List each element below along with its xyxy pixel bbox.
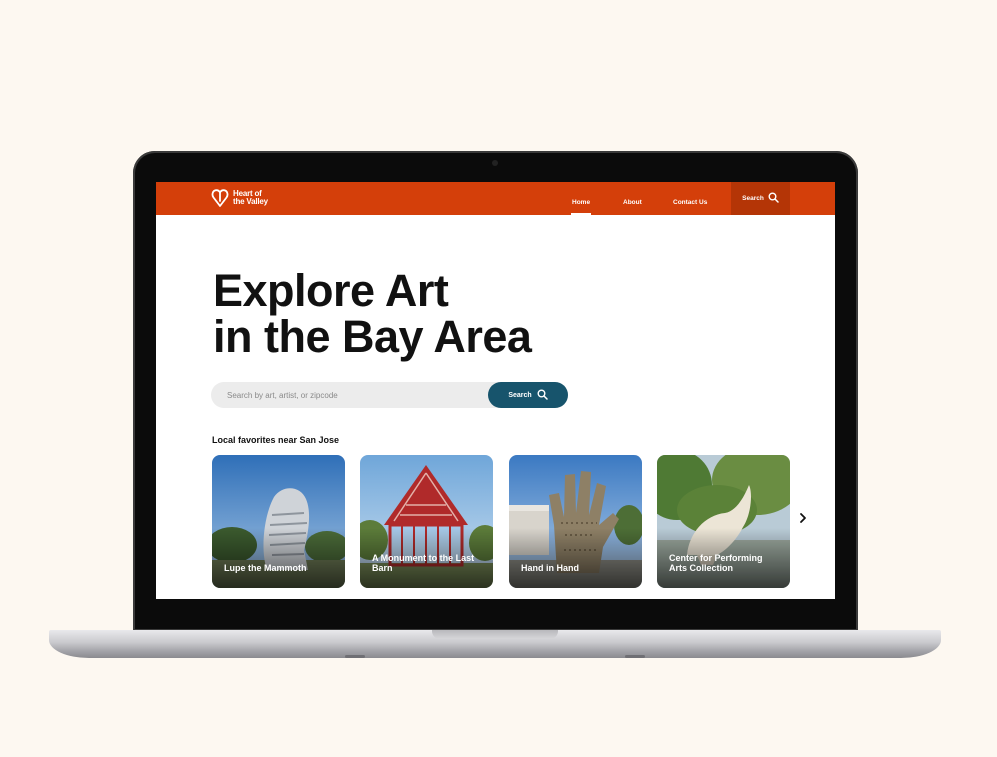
card-title: Lupe the Mammoth [224, 563, 307, 573]
search-button-label: Search [508, 391, 532, 399]
art-card[interactable]: Lupe the Mammoth [212, 455, 345, 588]
title-line-2: in the Bay Area [213, 311, 532, 362]
search-icon [768, 192, 779, 205]
card-shade [509, 528, 642, 588]
nav-search-button[interactable]: Search [731, 182, 790, 215]
heart-logo-icon [211, 188, 229, 208]
nav-contact-us[interactable]: Contact Us [673, 182, 707, 215]
logo-line-2: the Valley [233, 197, 268, 206]
search-button[interactable]: Search [488, 382, 568, 408]
card-title: A Monument to the Last Barn [372, 553, 475, 573]
nav-search-label: Search [742, 195, 764, 202]
art-card[interactable]: Hand in Hand [509, 455, 642, 588]
art-card[interactable]: A Monument to the Last Barn [360, 455, 493, 588]
search-input[interactable] [227, 382, 487, 408]
laptop-screen: Heart of the Valley Home About Contact U… [156, 182, 835, 599]
art-card[interactable]: Center for Performing Arts Collection [657, 455, 790, 588]
laptop-foot [345, 655, 365, 658]
search-bar: Search [211, 382, 568, 408]
page-title: Explore Art in the Bay Area [213, 268, 633, 360]
nav-about[interactable]: About [623, 182, 642, 215]
chevron-right-icon [799, 511, 807, 529]
laptop-foot [625, 655, 645, 658]
camera [492, 160, 498, 166]
nav-home[interactable]: Home [570, 182, 592, 215]
title-line-1: Explore Art [213, 265, 449, 316]
logo-text: Heart of the Valley [233, 190, 268, 206]
favorites-heading: Local favorites near San Jose [212, 435, 340, 445]
laptop-notch [432, 630, 558, 639]
carousel-next-button[interactable] [797, 512, 809, 528]
search-icon [537, 389, 548, 402]
card-shade [212, 528, 345, 588]
site-logo[interactable]: Heart of the Valley [211, 188, 268, 208]
site-header: Heart of the Valley Home About Contact U… [156, 182, 835, 215]
card-title: Hand in Hand [521, 563, 579, 573]
card-title: Center for Performing Arts Collection [669, 553, 763, 573]
